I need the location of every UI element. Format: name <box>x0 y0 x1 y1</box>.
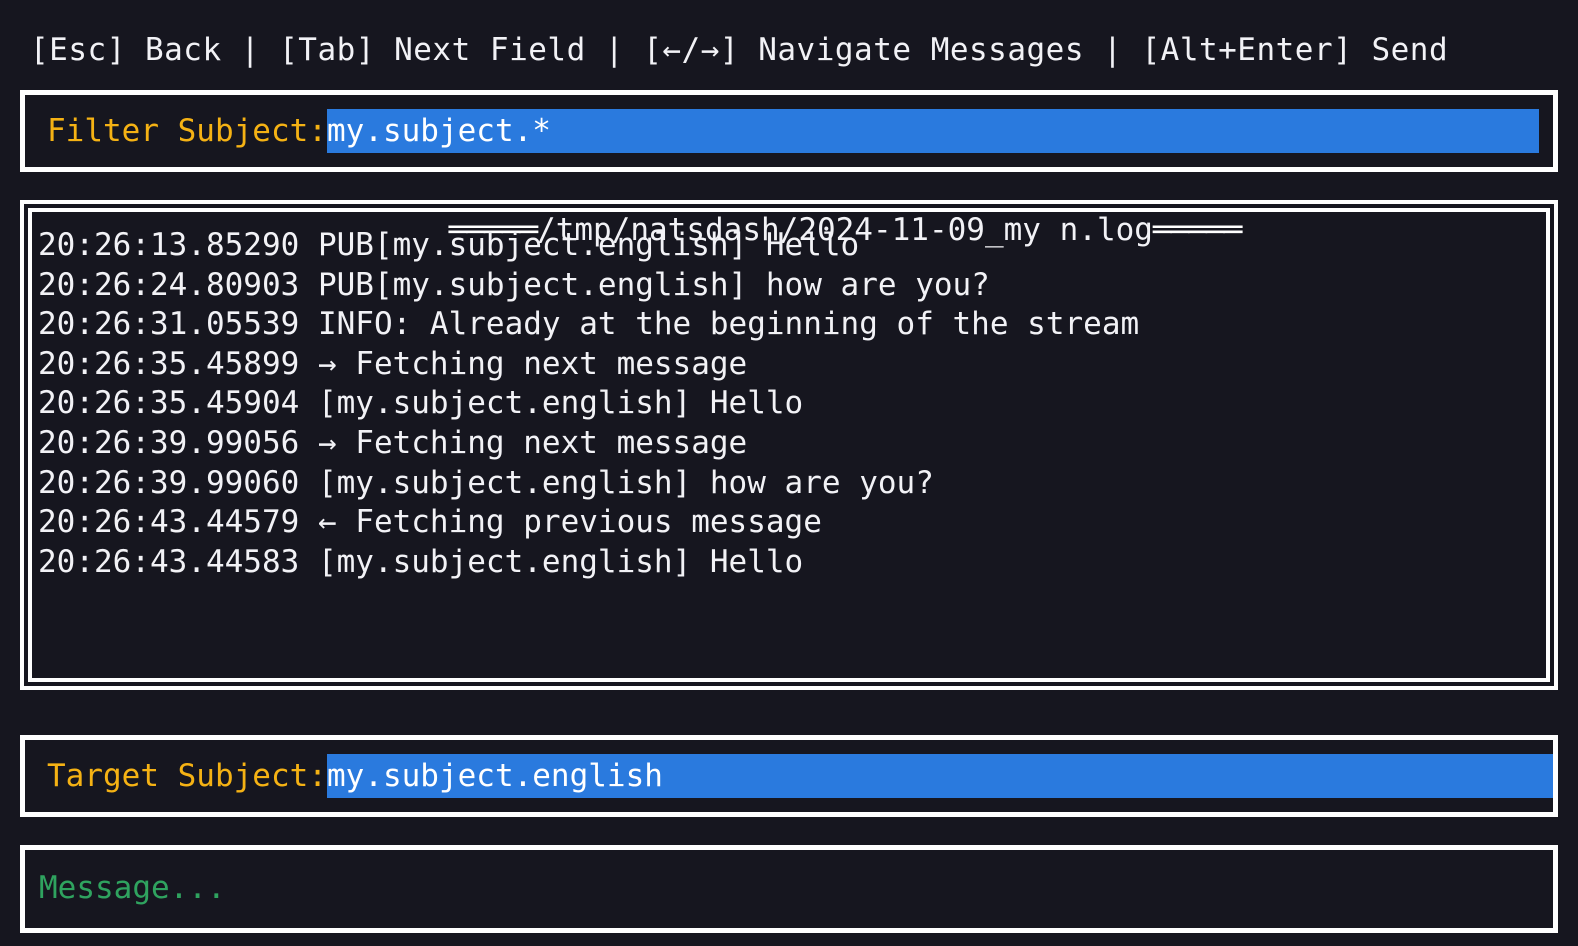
log-line: 20:26:39.99060 [my.subject.english] how … <box>38 464 934 501</box>
log-line: 20:26:24.80903 PUB[my.subject.english] h… <box>38 266 990 303</box>
filter-subject-row: Filter Subject: my.subject.* <box>25 95 1553 167</box>
log-line: 20:26:39.99056 → Fetching next message <box>38 424 748 461</box>
log-line: 20:26:35.45899 → Fetching next message <box>38 345 748 382</box>
target-subject-row: Target Subject: my.subject.english <box>25 740 1553 812</box>
log-output-panel[interactable]: ═════/tmp/natsdash/2024-11-09_my n.log══… <box>20 200 1558 690</box>
log-lines-container[interactable]: 20:26:13.85290 PUB[my.subject.english] H… <box>38 226 1540 676</box>
log-line: 20:26:31.05539 INFO: Already at the begi… <box>38 306 1140 343</box>
log-line: 20:26:43.44579 ← Fetching previous messa… <box>38 504 822 541</box>
log-line: 20:26:13.85290 PUB[my.subject.english] H… <box>38 227 860 263</box>
filter-subject-input[interactable]: my.subject.* <box>326 109 1539 153</box>
target-subject-panel[interactable]: Target Subject: my.subject.english <box>20 735 1558 817</box>
message-input-placeholder[interactable]: Message... <box>39 866 226 910</box>
message-composer-panel[interactable]: Message... <box>20 845 1558 933</box>
natsdash-terminal-app: [Esc] Back | [Tab] Next Field | [←/→] Na… <box>0 0 1578 946</box>
keyboard-shortcut-hint-bar: [Esc] Back | [Tab] Next Field | [←/→] Na… <box>30 32 1449 68</box>
filter-subject-label: Filter Subject: <box>47 112 327 149</box>
target-subject-label: Target Subject: <box>47 757 327 794</box>
filter-subject-panel[interactable]: Filter Subject: my.subject.* <box>20 90 1558 172</box>
log-line: 20:26:43.44583 [my.subject.english] Hell… <box>38 543 804 580</box>
log-line: 20:26:35.45904 [my.subject.english] Hell… <box>38 385 804 422</box>
target-subject-input[interactable]: my.subject.english <box>326 754 1553 798</box>
